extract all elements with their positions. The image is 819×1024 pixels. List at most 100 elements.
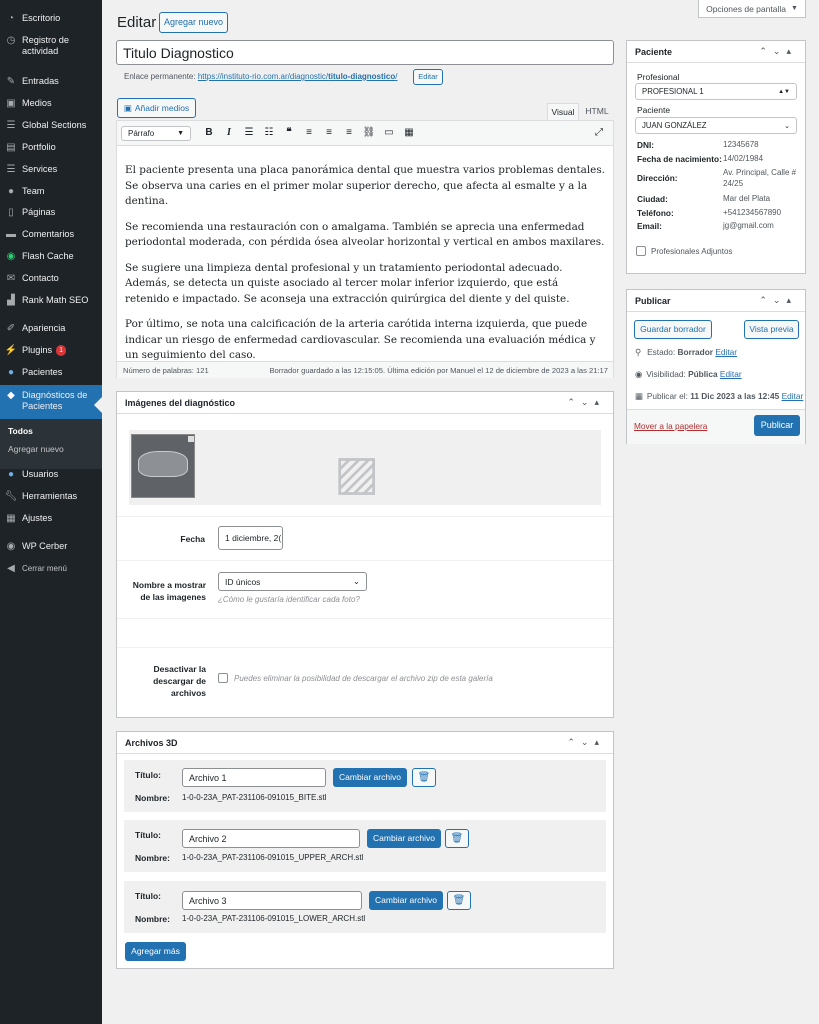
tab-visual[interactable]: Visual <box>547 103 579 120</box>
divider <box>117 560 613 561</box>
toolbar-buttons: B I ☰ ☷ ❝ ≡ ≡ ≡ ⛓ ▭ ▦ <box>199 127 419 138</box>
permalink-edit-button[interactable]: Editar <box>413 69 443 85</box>
box-controls-icon[interactable]: ⌃⌄▴ <box>759 46 797 57</box>
box-controls-icon[interactable]: ⌃⌄▴ <box>567 397 605 408</box>
more-tag-icon[interactable]: ▭ <box>379 127 399 138</box>
sidebar-item-plugins[interactable]: ⚡ Plugins 1 <box>0 345 102 356</box>
brush-icon: ✐ <box>6 323 16 334</box>
delete-file-button[interactable]: 🗑︎ <box>445 829 469 848</box>
desactivar-checkbox[interactable] <box>218 673 228 683</box>
chevron-down-icon: ⌄ <box>352 576 360 586</box>
sidebar-item-comentarios[interactable]: ▬ Comentarios <box>0 229 102 240</box>
fecha-label: Fecha <box>180 534 205 544</box>
sidebar-item-apariencia[interactable]: ✐ Apariencia <box>0 323 102 334</box>
add-more-button[interactable]: Agregar más <box>125 942 186 961</box>
eye-icon: ◉ <box>635 369 643 379</box>
edit-visibility-link[interactable]: Editar <box>720 369 742 379</box>
sidebar-item-wp-cerber[interactable]: ◉ WP Cerber <box>0 541 102 552</box>
permalink-link[interactable]: https://instituto-rio.com.ar/diagnostic/… <box>198 72 398 81</box>
save-draft-button[interactable]: Guardar borrador <box>634 320 712 339</box>
tab-html[interactable]: HTML <box>580 103 614 120</box>
collapse-menu-button[interactable]: ◀ Cerrar menú <box>0 563 102 574</box>
sidebar-item-paginas[interactable]: ▯ Páginas <box>0 207 102 218</box>
preview-button[interactable]: Vista previa <box>744 320 799 339</box>
sidebar-item-usuarios[interactable]: ● Usuarios <box>0 469 102 480</box>
sidebar-item-pacientes[interactable]: ● Pacientes <box>0 367 102 378</box>
delete-file-button[interactable]: 🗑︎ <box>412 768 436 787</box>
file-title-input[interactable]: Archivo 1 <box>182 768 326 787</box>
sidebar-item-escritorio[interactable]: ◔ Escritorio <box>0 13 102 24</box>
birthdate-value: 14/02/1984 <box>723 154 764 163</box>
settings-icon: ▦ <box>6 513 16 524</box>
sidebar-item-registro[interactable]: ◷ Registro de actividad <box>0 35 102 57</box>
fullscreen-icon[interactable]: ⤢ <box>595 127 603 138</box>
bold-icon[interactable]: B <box>199 127 219 138</box>
sidebar-item-team[interactable]: ● Team <box>0 186 102 197</box>
sidebar-item-contacto[interactable]: ✉ Contacto <box>0 273 102 284</box>
align-right-icon[interactable]: ≡ <box>339 127 359 138</box>
chart-icon: ▟ <box>7 295 15 306</box>
diagnostics-icon: ◆ <box>7 390 15 401</box>
format-select[interactable]: Párrafo ▼ <box>121 126 191 141</box>
sidebar-item-portfolio[interactable]: ▤ Portfolio <box>0 142 102 153</box>
fecha-input[interactable]: 1 diciembre, 2( <box>218 526 283 550</box>
file-title-input[interactable]: Archivo 2 <box>182 829 360 848</box>
link-icon[interactable]: ⛓ <box>359 127 379 138</box>
page-title: Editar <box>117 14 157 31</box>
city-value: Mar del Plata <box>723 194 771 203</box>
image-gallery: ▨ <box>129 430 601 505</box>
submenu-todos[interactable]: Todos <box>8 426 33 436</box>
toolbar-toggle-icon[interactable]: ▦ <box>399 127 419 138</box>
sidebar-item-herramientas[interactable]: 🔧︎ Herramientas <box>0 491 102 502</box>
blockquote-icon[interactable]: ❝ <box>279 127 299 138</box>
align-center-icon[interactable]: ≡ <box>319 127 339 138</box>
page-icon: ▯ <box>8 207 14 218</box>
delete-file-button[interactable]: 🗑︎ <box>447 891 471 910</box>
box-controls-icon[interactable]: ⌃⌄▴ <box>567 737 605 748</box>
sidebar-item-flash-cache[interactable]: ◉ Flash Cache <box>0 251 102 262</box>
post-title-input[interactable]: Titulo Diagnostico <box>116 40 614 65</box>
align-left-icon[interactable]: ≡ <box>299 127 319 138</box>
sidebar-item-medios[interactable]: ▣ Medios <box>0 98 102 109</box>
sidebar-item-services[interactable]: ☰ Services <box>0 164 102 175</box>
nombre-hint: ¿Cómo le gustaría identificar cada foto? <box>218 595 360 604</box>
desactivar-label: Desactivar la descargar de archivos <box>153 664 206 698</box>
sidebar-item-entradas[interactable]: ✎ Entradas <box>0 76 102 87</box>
sidebar-item-ajustes[interactable]: ▦ Ajustes <box>0 513 102 524</box>
file-title-input[interactable]: Archivo 3 <box>182 891 362 910</box>
xray-thumbnail[interactable] <box>131 434 195 498</box>
sidebar-item-diagnosticos[interactable]: ◆ Diagnósticos de Pacientes <box>0 385 102 419</box>
edit-date-link[interactable]: Editar <box>782 391 804 401</box>
submenu-agregar-nuevo[interactable]: Agregar nuevo <box>8 444 64 454</box>
thumbnail-handle <box>188 436 194 442</box>
profesional-select[interactable]: PROFESIONAL 1 ▲▼ <box>635 83 797 100</box>
address-value: Av. Principal, Calle # 24/25 <box>723 168 797 188</box>
phone-value: +541234567890 <box>723 208 782 217</box>
edit-status-link[interactable]: Editar <box>715 347 737 357</box>
add-new-button[interactable]: Agregar nuevo <box>159 12 228 33</box>
file-name: 1-0-0-23A_PAT-231106-091015_BITE.stl <box>182 793 327 802</box>
editor-toolbar: Párrafo ▼ B I ☰ ☷ ❝ ≡ ≡ ≡ ⛓ ▭ ▦ ⤢ <box>117 121 613 146</box>
editor-content[interactable]: El paciente presenta una placa panorámic… <box>117 146 613 364</box>
shield-icon: ◉ <box>6 541 16 552</box>
change-file-button[interactable]: Cambiar archivo <box>369 891 443 910</box>
screen-options-toggle[interactable]: Opciones de pantalla ▼ <box>698 0 806 18</box>
calendar-icon: ▦ <box>635 391 643 401</box>
box-controls-icon[interactable]: ⌃⌄▴ <box>759 295 797 306</box>
wrench-icon: 🔧︎ <box>4 491 18 502</box>
publish-button[interactable]: Publicar <box>754 415 800 436</box>
numbered-list-icon[interactable]: ☷ <box>259 127 279 138</box>
nombre-mostrar-select[interactable]: ID únicos ⌄ <box>218 572 367 591</box>
sidebar-item-rank-math[interactable]: ▟ Rank Math SEO <box>0 295 102 306</box>
paciente-select[interactable]: JUAN GONZÁLEZ ⌄ <box>635 117 797 134</box>
divider <box>117 516 613 517</box>
change-file-button[interactable]: Cambiar archivo <box>367 829 441 848</box>
bullet-list-icon[interactable]: ☰ <box>239 127 259 138</box>
change-file-button[interactable]: Cambiar archivo <box>333 768 407 787</box>
sidebar-item-global-sections[interactable]: ☰ Global Sections <box>0 120 102 131</box>
move-to-trash-link[interactable]: Mover a la papelera <box>634 421 707 431</box>
files-3d-box: Archivos 3D ⌃⌄▴ Título: Archivo 1 Cambiar… <box>116 731 614 969</box>
italic-icon[interactable]: I <box>219 127 239 138</box>
adjuntos-checkbox[interactable] <box>636 246 646 256</box>
add-media-button[interactable]: ▣ Añadir medios <box>117 98 196 118</box>
